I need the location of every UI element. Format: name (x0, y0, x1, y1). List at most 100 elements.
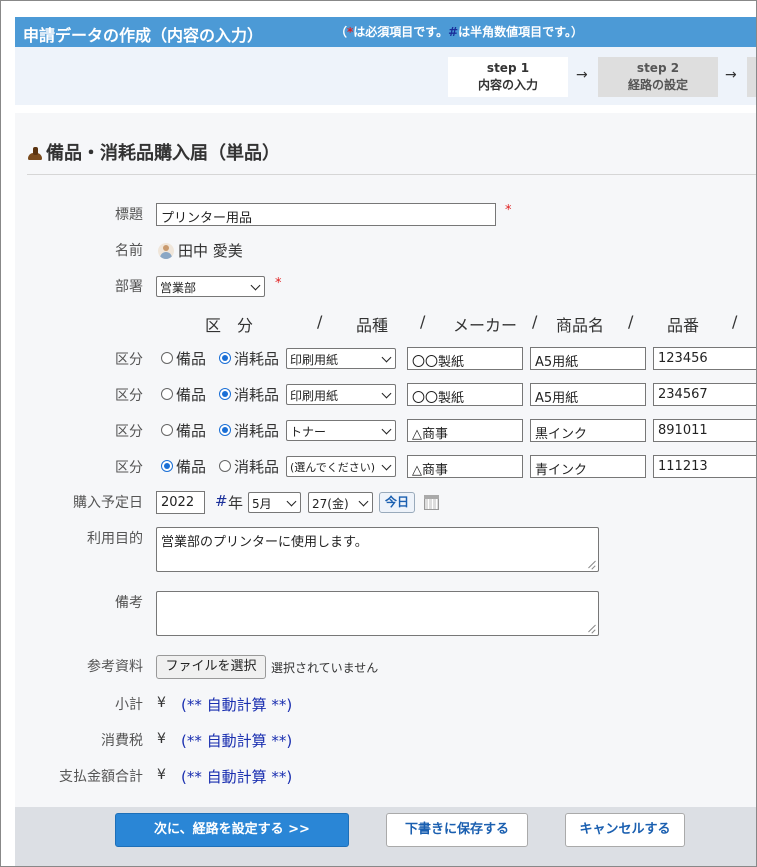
step-2-num: step 2 (636, 61, 680, 75)
col-sep-4: / (628, 312, 634, 331)
item-4-kind-select[interactable]: (選んでください) (286, 456, 396, 477)
item-3-maker-input[interactable]: △商事 (407, 419, 523, 442)
item-1-number-input[interactable]: 123456 (653, 347, 756, 370)
tax-label: 消費税 (101, 733, 143, 749)
resize-grip-icon[interactable] (588, 625, 596, 633)
item-2-radio-equipment-label: 備品 (176, 386, 207, 404)
subject-required-mark: * (505, 203, 512, 218)
item-4-radio-equipment-label: 備品 (176, 458, 207, 476)
required-note: （*は必須項目です。#は半角数値項目です。） (335, 25, 583, 39)
item-1-product-input[interactable]: A5用紙 (530, 347, 646, 370)
resize-grip-icon[interactable] (588, 561, 596, 569)
attachment-label: 参考資料 (87, 659, 143, 675)
item-1-kind-select[interactable]: 印刷用紙 (286, 348, 396, 369)
form-heading: 備品・消耗品購入届（単品） (27, 139, 280, 165)
step-2: step 2 経路の設定 (598, 57, 718, 97)
day-select[interactable]: 27(金) (308, 492, 373, 513)
chevron-down-icon (381, 460, 392, 471)
next-route-button[interactable]: 次に、経路を設定する >> (115, 813, 349, 847)
item-2-label: 区分 (115, 388, 143, 404)
year-input[interactable]: 2022 (156, 491, 205, 514)
chevron-down-icon (358, 496, 369, 507)
user-avatar-icon (158, 243, 174, 259)
item-2-maker-input[interactable]: 〇〇製紙 (407, 383, 523, 406)
file-status: 選択されていません (271, 661, 379, 675)
calendar-icon[interactable] (424, 495, 439, 510)
cancel-button[interactable]: キャンセルする (565, 813, 685, 847)
subject-label: 標題 (115, 207, 143, 223)
numeric-hash-mark: # (215, 492, 228, 510)
stamp-icon (27, 146, 43, 160)
item-2-radio-consumable-label: 消耗品 (234, 386, 280, 404)
chevron-down-icon (381, 424, 392, 435)
app-frame: 申請データの作成（内容の入力） （*は必須項目です。#は半角数値項目です。） s… (0, 0, 757, 867)
subject-input[interactable]: プリンター用品 (156, 203, 496, 226)
col-sep-3: / (532, 312, 538, 331)
step-1-label: 内容の入力 (477, 78, 538, 92)
remarks-label: 備考 (115, 595, 143, 611)
item-2-product-input[interactable]: A5用紙 (530, 383, 646, 406)
title-bar: 申請データの作成（内容の入力） （*は必須項目です。#は半角数値項目です。） (15, 17, 756, 47)
step-3 (747, 57, 756, 97)
item-4-radio-consumable-label: 消耗品 (234, 458, 280, 476)
dept-required-mark: * (275, 276, 282, 291)
subtotal-label: 小計 (115, 697, 143, 713)
item-1-radio-equipment[interactable] (161, 352, 173, 364)
name-label: 名前 (115, 243, 143, 259)
footer-bar: 次に、経路を設定する >> 下書きに保存する キャンセルする (15, 807, 756, 866)
numeric-hash: # (448, 25, 459, 39)
item-4-product-input[interactable]: 青インク (530, 455, 646, 478)
total-yen: ¥ (157, 767, 166, 783)
item-4-number-input[interactable]: 111213 (653, 455, 756, 478)
step-arrow-1: → (576, 67, 588, 83)
page-title: 申請データの作成（内容の入力） (23, 26, 264, 45)
chevron-down-icon (286, 496, 297, 507)
purpose-textarea[interactable]: 営業部のプリンターに使用します。 (156, 527, 599, 572)
step-arrow-2: → (725, 67, 737, 83)
item-2-kind-select[interactable]: 印刷用紙 (286, 384, 396, 405)
item-3-radio-equipment[interactable] (161, 424, 173, 436)
col-sep-5: / (732, 312, 738, 331)
subtotal-yen: ¥ (157, 695, 166, 711)
item-2-radio-equipment[interactable] (161, 388, 173, 400)
year-suffix: 年 (228, 494, 244, 512)
item-4-label: 区分 (115, 460, 143, 476)
col-maker: メーカー (453, 316, 518, 335)
col-number: 品番 (667, 316, 700, 335)
item-1-label: 区分 (115, 352, 143, 368)
item-3-radio-consumable-label: 消耗品 (234, 422, 280, 440)
month-select[interactable]: 5月 (248, 492, 301, 513)
item-1-radio-equipment-label: 備品 (176, 350, 207, 368)
purchase-date-label: 購入予定日 (73, 495, 143, 511)
total-label: 支払金額合計 (59, 769, 143, 785)
item-1-maker-input[interactable]: 〇〇製紙 (407, 347, 523, 370)
step-1: step 1 内容の入力 (448, 57, 568, 97)
item-4-radio-equipment[interactable] (161, 460, 173, 472)
item-2-number-input[interactable]: 234567 (653, 383, 756, 406)
item-2-radio-consumable[interactable] (219, 388, 231, 400)
item-4-maker-input[interactable]: △商事 (407, 455, 523, 478)
today-button[interactable]: 今日 (379, 492, 415, 513)
tax-value: (** 自動計算 **) (181, 732, 293, 750)
item-3-label: 区分 (115, 424, 143, 440)
item-3-number-input[interactable]: 891011 (653, 419, 756, 442)
save-draft-button[interactable]: 下書きに保存する (386, 813, 528, 847)
col-product: 商品名 (556, 316, 605, 335)
file-select-button[interactable]: ファイルを選択 (156, 655, 266, 679)
steps-bar: step 1 内容の入力 → step 2 経路の設定 → (15, 47, 756, 105)
item-1-radio-consumable-label: 消耗品 (234, 350, 280, 368)
chevron-down-icon (381, 388, 392, 399)
col-category: 区 分 (205, 316, 254, 335)
dept-select[interactable]: 営業部 (156, 276, 265, 297)
name-value: 田中 愛美 (178, 242, 243, 260)
item-3-radio-consumable[interactable] (219, 424, 231, 436)
heading-divider (27, 174, 756, 175)
item-3-radio-equipment-label: 備品 (176, 422, 207, 440)
item-4-radio-consumable[interactable] (219, 460, 231, 472)
item-1-radio-consumable[interactable] (219, 352, 231, 364)
step-2-label: 経路の設定 (627, 78, 688, 92)
remarks-textarea[interactable] (156, 591, 599, 636)
item-3-product-input[interactable]: 黒インク (530, 419, 646, 442)
tax-yen: ¥ (157, 731, 166, 747)
item-3-kind-select[interactable]: トナー (286, 420, 396, 441)
